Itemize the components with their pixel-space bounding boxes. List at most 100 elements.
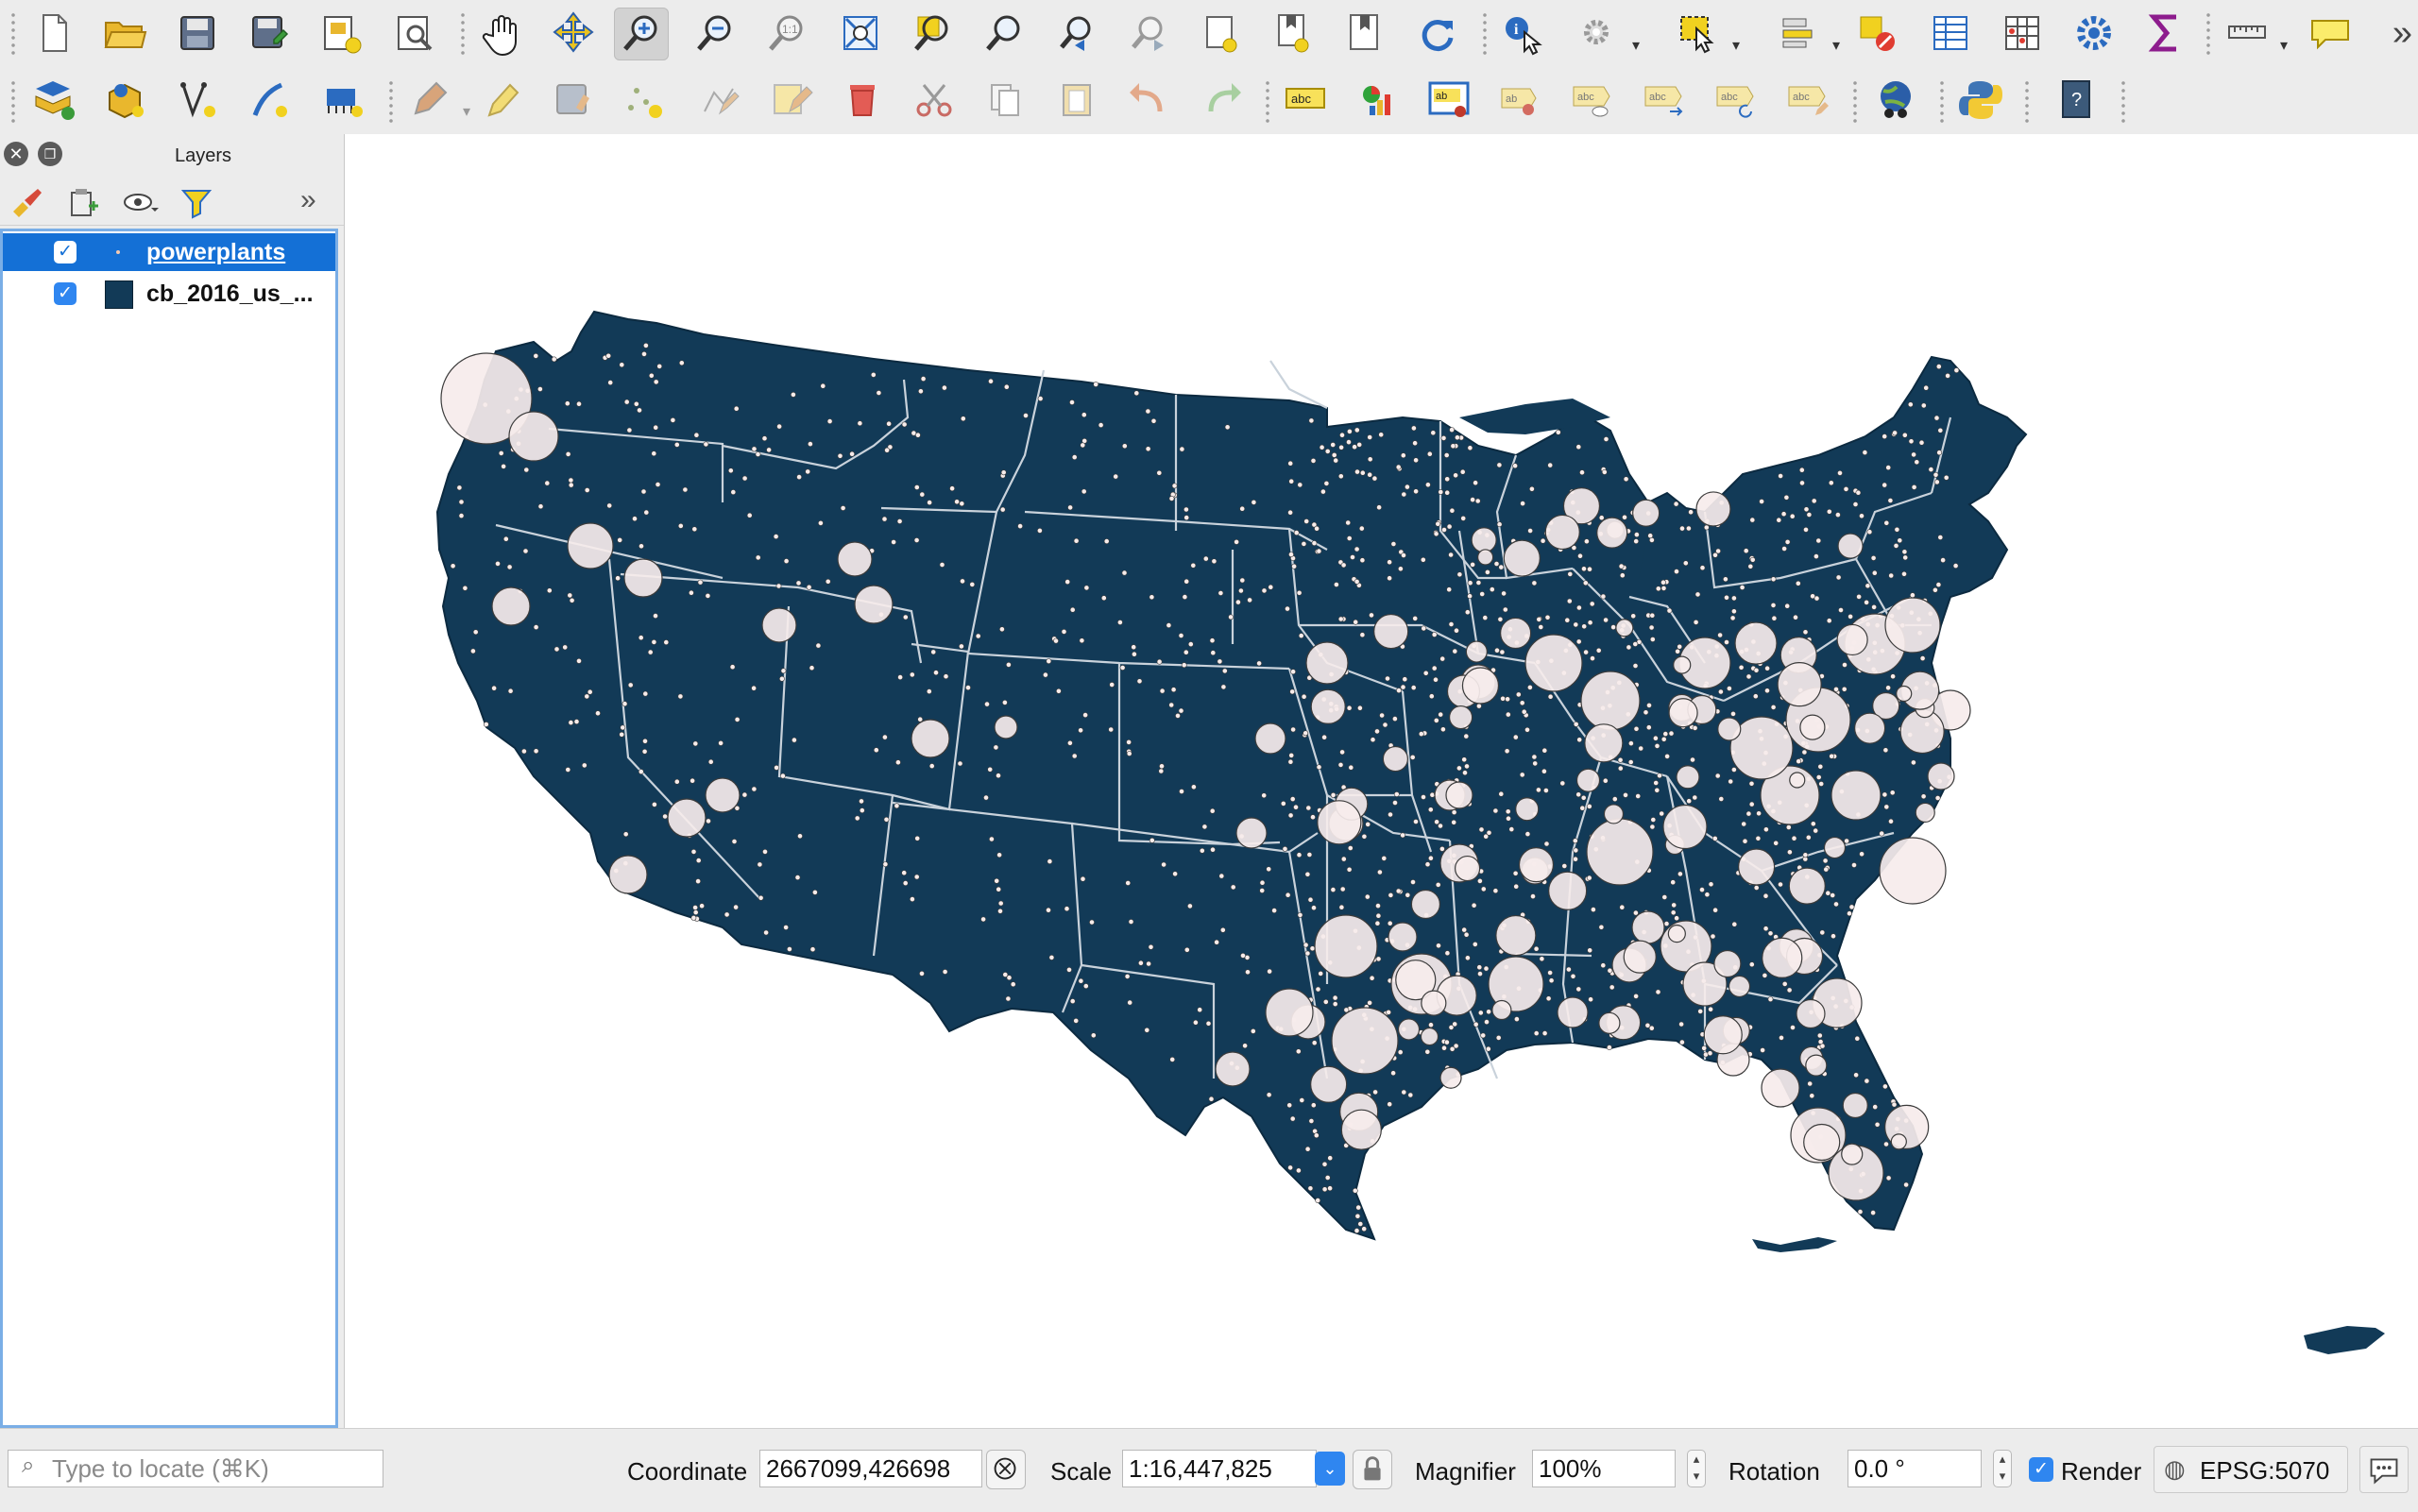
delete-selected-icon[interactable] bbox=[835, 74, 890, 127]
save-project-icon[interactable] bbox=[170, 8, 225, 60]
annotation-icon[interactable] bbox=[2303, 8, 2358, 60]
layer-row-powerplants[interactable]: ✓ powerplants bbox=[3, 233, 335, 271]
processing-toolbox-icon[interactable] bbox=[2067, 8, 2121, 60]
copy-features-icon[interactable] bbox=[979, 74, 1033, 127]
undo-icon[interactable] bbox=[1122, 74, 1177, 127]
powerplant-point bbox=[1748, 961, 1755, 968]
save-as-icon[interactable] bbox=[242, 8, 297, 60]
powerplant-point bbox=[1332, 1001, 1338, 1007]
statistics-sigma-icon[interactable] bbox=[2138, 8, 2193, 60]
map-tips-icon[interactable] bbox=[1337, 8, 1392, 60]
pan-icon[interactable] bbox=[474, 8, 529, 60]
zoom-out-icon[interactable] bbox=[688, 8, 742, 60]
python-console-icon[interactable] bbox=[1953, 74, 2008, 127]
new-geopackage-icon[interactable] bbox=[98, 74, 153, 127]
coordinate-field[interactable]: 2667099,426698 bbox=[759, 1450, 982, 1487]
layer-visibility-checkbox[interactable]: ✓ bbox=[54, 282, 77, 305]
open-project-icon[interactable] bbox=[96, 8, 151, 60]
crs-button[interactable]: ◍ EPSG:5070 bbox=[2154, 1446, 2348, 1493]
new-print-layout-icon[interactable] bbox=[314, 8, 368, 60]
toolbar-overflow-chevron-icon[interactable]: » bbox=[2392, 13, 2412, 54]
modify-attributes-icon[interactable] bbox=[763, 74, 818, 127]
rotation-field[interactable]: 0.0 ° bbox=[1848, 1450, 1982, 1487]
virtual-layer-icon[interactable] bbox=[315, 74, 370, 127]
toggle-extents-icon[interactable] bbox=[986, 1450, 1026, 1489]
paste-features-icon[interactable] bbox=[1050, 74, 1105, 127]
messages-button[interactable] bbox=[2359, 1446, 2409, 1493]
powerplant-point bbox=[670, 416, 676, 423]
toolbar-handle[interactable] bbox=[11, 79, 15, 123]
powerplant-point bbox=[1444, 1039, 1450, 1045]
cut-features-icon[interactable] bbox=[907, 74, 962, 127]
data-source-manager-icon[interactable] bbox=[26, 74, 81, 127]
zoom-to-selection-icon[interactable] bbox=[905, 8, 960, 60]
field-calculator-icon[interactable] bbox=[1995, 8, 2050, 60]
save-edits-icon[interactable] bbox=[546, 74, 601, 127]
locator-search-input[interactable]: ⌕ Type to locate (⌘K) bbox=[8, 1450, 383, 1487]
powerplant-point bbox=[1413, 819, 1419, 824]
vertex-tool-icon[interactable] bbox=[691, 74, 746, 127]
new-bookmark-icon[interactable] bbox=[1194, 8, 1249, 60]
powerplant-point bbox=[692, 740, 699, 747]
move-label-icon[interactable]: abc bbox=[1638, 74, 1693, 127]
select-features-icon[interactable]: ▾ bbox=[1672, 8, 1740, 60]
change-label-icon[interactable]: abc bbox=[1781, 74, 1836, 127]
render-checkbox[interactable]: ✓ bbox=[2029, 1457, 2053, 1482]
diagram-icon[interactable] bbox=[1351, 74, 1405, 127]
powerplant-point bbox=[456, 484, 463, 491]
layout-manager-icon[interactable] bbox=[387, 8, 442, 60]
highlight-pinned-icon[interactable]: ab bbox=[1494, 74, 1549, 127]
powerplant-point bbox=[1354, 578, 1360, 585]
visibility-eye-icon[interactable] bbox=[119, 183, 161, 221]
lock-scale-icon[interactable] bbox=[1353, 1450, 1392, 1489]
rotation-spinner-icon[interactable]: ▴ ▾ bbox=[1993, 1450, 2012, 1487]
powerplant-point bbox=[1267, 968, 1272, 975]
map-canvas[interactable] bbox=[344, 134, 2418, 1428]
pin-labels-icon[interactable]: ab bbox=[1422, 74, 1477, 127]
powerplant-point bbox=[1370, 737, 1376, 743]
powerplant-point bbox=[1484, 1019, 1490, 1025]
action-icon[interactable]: ▾ bbox=[1572, 8, 1640, 60]
toolbar-handle[interactable] bbox=[11, 11, 15, 55]
zoom-full-icon[interactable] bbox=[833, 8, 888, 60]
globe-plugin-icon[interactable] bbox=[1868, 74, 1923, 127]
zoom-native-icon[interactable]: 1:1 bbox=[759, 8, 814, 60]
layer-visibility-checkbox[interactable]: ✓ bbox=[54, 241, 77, 263]
refresh-icon[interactable] bbox=[1409, 8, 1464, 60]
zoom-last-icon[interactable] bbox=[1050, 8, 1105, 60]
rotate-label-icon[interactable]: abc bbox=[1710, 74, 1764, 127]
redo-icon[interactable] bbox=[1194, 74, 1249, 127]
zoom-in-icon[interactable] bbox=[614, 8, 669, 60]
scale-dropdown-chevron-icon[interactable]: ⌄ bbox=[1315, 1452, 1345, 1486]
attribute-table-icon[interactable]: ▾ bbox=[1772, 8, 1840, 60]
measure-icon[interactable]: ▾ bbox=[2220, 8, 2288, 60]
show-bookmarks-icon[interactable] bbox=[1266, 8, 1320, 60]
add-group-icon[interactable] bbox=[62, 183, 104, 221]
show-hide-labels-icon[interactable]: abc bbox=[1566, 74, 1621, 127]
scale-combobox[interactable]: 1:16,447,825 bbox=[1122, 1450, 1317, 1487]
layer-row-cb-2016-us[interactable]: ✓ cb_2016_us_... bbox=[3, 275, 335, 313]
zoom-to-layer-icon[interactable] bbox=[977, 8, 1031, 60]
filter-legend-icon[interactable] bbox=[176, 183, 217, 221]
new-project-icon[interactable] bbox=[26, 8, 81, 60]
current-edits-icon[interactable]: ▾ bbox=[402, 74, 470, 127]
help-icon[interactable]: ? bbox=[2050, 74, 2104, 127]
add-feature-icon[interactable] bbox=[618, 74, 673, 127]
open-table-icon[interactable] bbox=[1923, 8, 1978, 60]
toggle-editing-icon[interactable] bbox=[474, 74, 529, 127]
magnifier-spinner-icon[interactable]: ▴ ▾ bbox=[1687, 1450, 1706, 1487]
label-abc-icon[interactable]: abc bbox=[1279, 74, 1334, 127]
digitize-vertex-icon[interactable] bbox=[170, 74, 225, 127]
new-gps-layer-icon[interactable] bbox=[242, 74, 297, 127]
powerplant-point bbox=[1477, 878, 1483, 884]
powerplant-point bbox=[1854, 1035, 1861, 1042]
pan-to-selection-icon[interactable] bbox=[546, 8, 601, 60]
map-view[interactable] bbox=[345, 134, 2418, 1428]
expand-toolbar-chevron-icon[interactable]: » bbox=[300, 183, 342, 221]
style-brush-icon[interactable] bbox=[6, 183, 47, 221]
identify-icon[interactable]: i bbox=[1496, 8, 1551, 60]
magnifier-field[interactable]: 100% bbox=[1532, 1450, 1676, 1487]
deselect-icon[interactable] bbox=[1849, 8, 1904, 60]
zoom-next-icon[interactable] bbox=[1122, 8, 1177, 60]
powerplant-point bbox=[1310, 457, 1317, 464]
